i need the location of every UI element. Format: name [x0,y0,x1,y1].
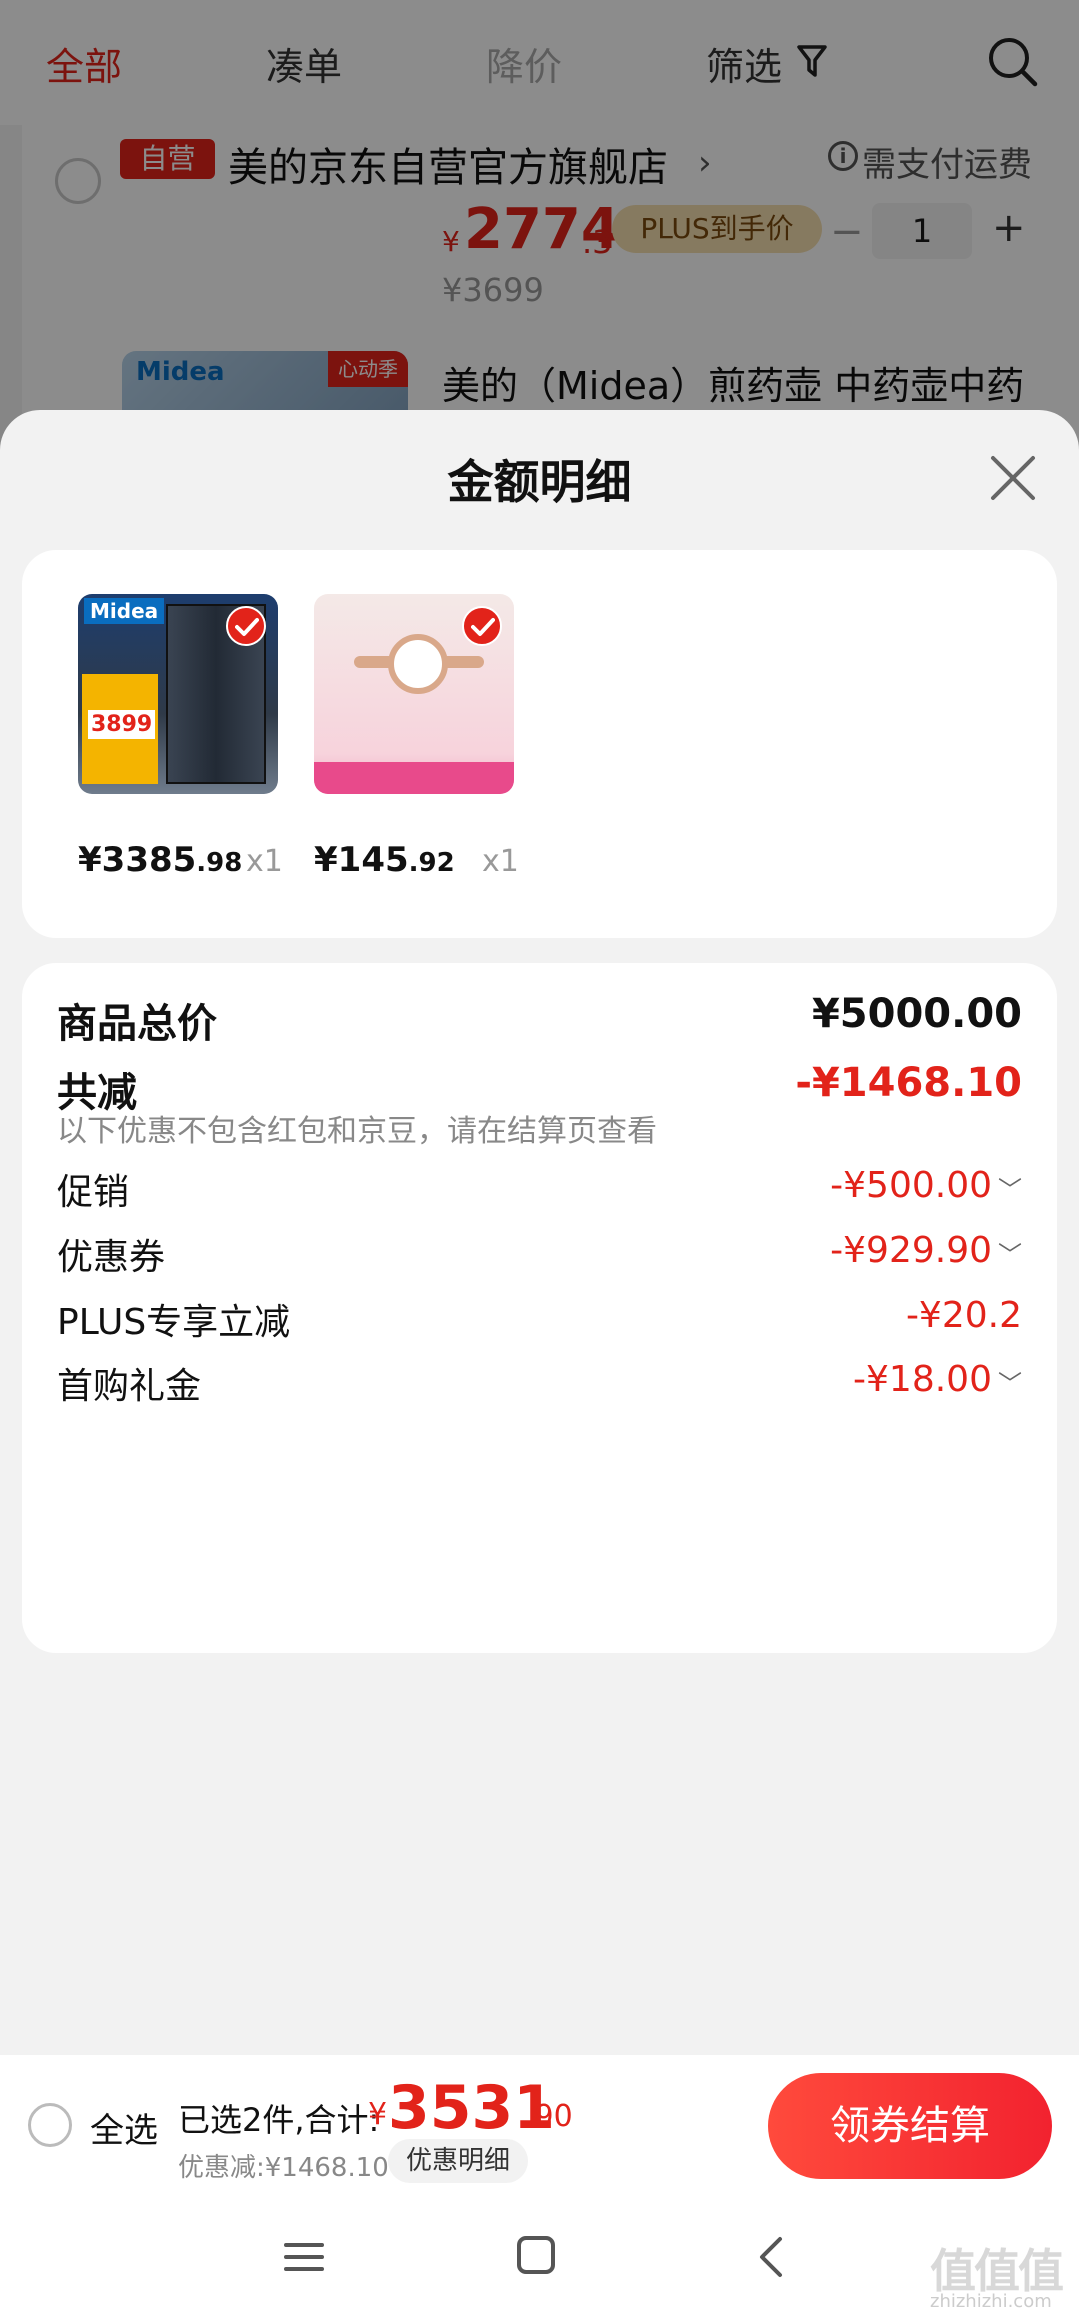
total-currency: ¥ [368,2097,388,2132]
sheet-title: 金额明细 [447,455,632,509]
product-price: ¥3385.98 [78,840,243,880]
discount-detail-button[interactable]: 优惠明细 [388,2139,528,2183]
promo-bar [314,762,514,794]
reduce-note: 以下优惠不包含红包和京豆，请在结算页查看 [57,1114,657,1149]
promo-label: 3899 [82,674,158,784]
first-purchase-label: 首购礼金 [57,1366,202,1407]
checkmark-icon [226,606,266,646]
total-label: 商品总价 [57,1001,217,1047]
promotion-value: -¥500.00 [830,1165,992,1206]
price-breakdown-card: 商品总价 ¥5000.00 共减 -¥1468.10 以下优惠不包含红包和京豆，… [22,963,1057,1653]
selected-count: 已选2件,合计: [178,2101,380,2139]
product-qty: x1 [482,844,519,879]
plus-discount-value: -¥20.2 [905,1295,1022,1336]
chevron-down-icon[interactable]: ﹀ [998,1235,1022,1270]
close-icon[interactable] [985,450,1041,506]
discount-amount: 优惠减:¥1468.10 [178,2153,389,2183]
promotion-row[interactable]: -¥500.00 ﹀ [830,1165,1022,1206]
plus-discount-label: PLUS专享立减 [57,1302,291,1343]
product-thumbnail-watch[interactable] [314,594,514,794]
total-decimal: .90 [525,2099,573,2134]
brand-logo: Midea [84,598,165,624]
system-nav-bar: 值值值 zhizhizhi.com [0,2195,1079,2324]
coupon-label: 优惠券 [57,1237,166,1278]
reduce-value: -¥1468.10 [795,1060,1022,1106]
checkout-bar: 全选 已选2件,合计: ¥ 3531 .90 优惠减:¥1468.10 优惠明细… [0,2055,1079,2195]
home-icon[interactable] [516,2235,556,2275]
chevron-down-icon[interactable]: ﹀ [998,1364,1022,1399]
checkmark-icon [462,606,502,646]
menu-icon[interactable] [284,2237,324,2277]
coupon-row[interactable]: -¥929.90 ﹀ [830,1230,1022,1271]
chevron-down-icon[interactable]: ﹀ [998,1170,1022,1205]
coupon-value: -¥929.90 [830,1230,992,1271]
checkout-button[interactable]: 领券结算 [768,2073,1052,2179]
selected-products-card: Midea 3899 ¥3385.98 x1 ¥145.92 x1 [22,550,1057,938]
first-purchase-value: -¥18.00 [853,1359,992,1400]
back-icon[interactable] [756,2235,786,2279]
promotion-label: 促销 [57,1172,130,1213]
select-all-radio[interactable] [28,2103,72,2147]
first-purchase-row[interactable]: -¥18.00 ﹀ [853,1359,1022,1400]
select-all-label[interactable]: 全选 [90,2103,158,2152]
product-thumbnail-fridge[interactable]: Midea 3899 [78,594,278,794]
watch-face [388,634,448,694]
watermark-url: zhizhizhi.com [930,2291,1052,2312]
product-price: ¥145.92 [314,840,455,880]
total-value: ¥5000.00 [811,991,1022,1037]
product-qty: x1 [246,844,283,879]
amount-detail-sheet: 金额明细 Midea 3899 ¥3385.98 x1 ¥145.92 x1 商… [0,410,1079,2055]
